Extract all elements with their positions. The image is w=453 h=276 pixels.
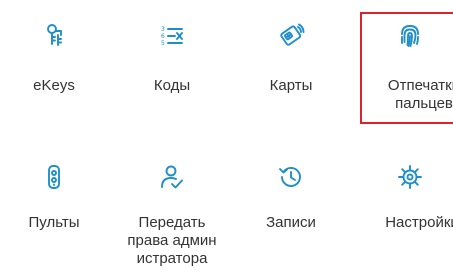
tile-label: Карты [269, 77, 313, 94]
key-icon [40, 22, 68, 50]
tile-records[interactable]: Записи [237, 148, 345, 268]
tile-ekeys[interactable]: eKeys [0, 0, 108, 120]
gear-icon [396, 163, 424, 191]
tile-label: Коды [153, 77, 191, 94]
codes-list-icon: 3 6 5 [158, 22, 186, 50]
svg-text:5: 5 [161, 40, 165, 47]
svg-text:6: 6 [161, 33, 165, 40]
history-icon [277, 163, 305, 191]
tile-label: Записи [266, 214, 316, 231]
tile-label: eKeys [33, 77, 75, 94]
tile-label: Передать права админ истратора [127, 214, 217, 267]
remote-icon [40, 163, 68, 191]
tile-cards[interactable]: Карты [237, 0, 345, 120]
tile-codes[interactable]: 3 6 5 Коды [118, 0, 226, 120]
tile-settings[interactable]: Настройки [356, 148, 453, 268]
transfer-admin-icon [158, 163, 186, 191]
tile-label: Настройки [385, 214, 453, 231]
selection-highlight [360, 12, 453, 124]
card-icon [277, 22, 305, 50]
menu-grid: eKeys 3 6 5 Коды Карты Отпечатки пальцев… [0, 0, 453, 276]
svg-text:3: 3 [161, 26, 165, 33]
tile-transfer-admin[interactable]: Передать права админ истратора [118, 148, 226, 276]
tile-remotes[interactable]: Пульты [0, 148, 108, 268]
tile-label: Пульты [28, 214, 80, 231]
